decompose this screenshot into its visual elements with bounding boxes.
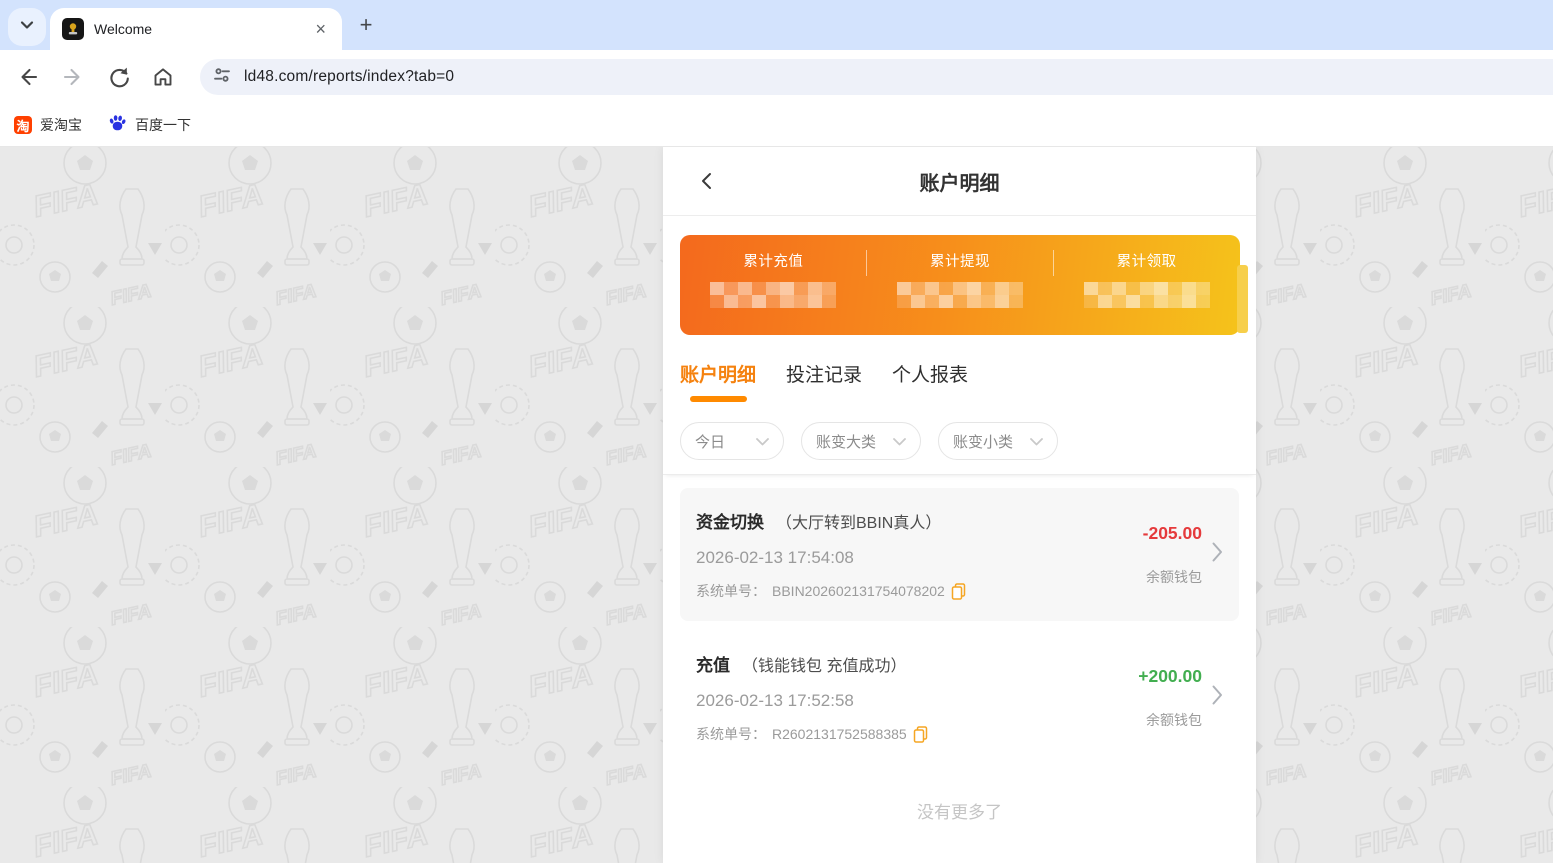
baidu-paw-icon bbox=[108, 113, 127, 137]
filter-minor-category-dropdown[interactable]: 账变小类 bbox=[938, 422, 1058, 460]
summary-total-deposit: 累计充值 bbox=[680, 235, 867, 335]
chevron-down-icon bbox=[893, 433, 906, 450]
transaction-type: 充值 bbox=[696, 656, 730, 675]
transaction-row[interactable]: 充值 （钱能钱包 充值成功） 2026-02-13 17:52:58 系统单号：… bbox=[680, 631, 1239, 764]
card-peek-strip bbox=[1237, 265, 1248, 333]
transaction-datetime: 2026-02-13 17:52:58 bbox=[696, 691, 854, 710]
divider bbox=[866, 250, 868, 276]
page-header: 账户明细 bbox=[663, 147, 1256, 216]
bookmark-aitaobao[interactable]: 淘 爱淘宝 bbox=[14, 115, 82, 135]
transaction-note: （大厅转到BBIN真人） bbox=[776, 515, 942, 532]
active-tab-underline bbox=[689, 396, 747, 402]
chevron-right-icon bbox=[1212, 542, 1223, 567]
summary-total-withdraw: 累计提现 bbox=[867, 235, 1054, 335]
order-label: 系统单号： bbox=[696, 726, 766, 742]
filter-major-category-dropdown[interactable]: 账变大类 bbox=[801, 422, 921, 460]
back-icon[interactable] bbox=[16, 65, 40, 89]
transaction-type: 资金切换 bbox=[696, 513, 764, 532]
redacted-amount bbox=[1083, 282, 1210, 308]
browser-toolbar: ld48.com/reports/index?tab=0 bbox=[0, 50, 1553, 104]
redacted-amount bbox=[897, 282, 1023, 308]
tab-bet-records[interactable]: 投注记录 bbox=[786, 360, 862, 402]
copy-icon[interactable] bbox=[913, 725, 928, 743]
taobao-icon: 淘 bbox=[14, 116, 32, 134]
no-more-text: 没有更多了 bbox=[917, 803, 1002, 822]
transaction-note: （钱能钱包 充值成功） bbox=[742, 658, 907, 675]
browser-tab[interactable]: Welcome × bbox=[50, 8, 342, 50]
address-bar[interactable]: ld48.com/reports/index?tab=0 bbox=[200, 59, 1553, 95]
page-title: 账户明细 bbox=[919, 172, 1000, 195]
site-settings-icon[interactable] bbox=[212, 65, 232, 90]
bookmarks-bar: 淘 爱淘宝 百度一下 bbox=[0, 104, 1553, 147]
chevron-right-icon bbox=[1212, 685, 1223, 710]
site-favicon-icon bbox=[62, 18, 84, 40]
browser-window: Welcome × + ld48.com/reports/index?tab=0… bbox=[0, 0, 1553, 147]
tab-personal-report[interactable]: 个人报表 bbox=[892, 360, 968, 402]
new-tab-button[interactable]: + bbox=[352, 11, 380, 39]
forward-icon[interactable] bbox=[61, 65, 85, 89]
home-icon[interactable] bbox=[151, 65, 175, 89]
transaction-row[interactable]: 资金切换 （大厅转到BBIN真人） 2026-02-13 17:54:08 系统… bbox=[680, 488, 1239, 621]
tab-search-button[interactable] bbox=[8, 8, 46, 46]
transaction-datetime: 2026-02-13 17:54:08 bbox=[696, 548, 854, 567]
reload-icon[interactable] bbox=[107, 65, 131, 89]
back-button[interactable] bbox=[691, 147, 723, 215]
transaction-amount: -205.00 bbox=[1142, 522, 1202, 543]
url-text: ld48.com/reports/index?tab=0 bbox=[244, 68, 455, 85]
filter-date-dropdown[interactable]: 今日 bbox=[680, 422, 784, 460]
divider bbox=[1052, 250, 1054, 276]
filter-row: 今日 账变大类 账变小类 bbox=[663, 412, 1256, 475]
transaction-amount: +200.00 bbox=[1138, 665, 1202, 686]
order-number: R2602131752588385 bbox=[772, 726, 907, 742]
tab-close-icon[interactable]: × bbox=[311, 18, 330, 40]
wallet-label: 余额钱包 bbox=[1146, 711, 1202, 728]
report-tabs: 账户明细 投注记录 个人报表 bbox=[663, 360, 1256, 402]
copy-icon[interactable] bbox=[951, 582, 966, 600]
chevron-down-icon bbox=[756, 433, 769, 450]
summary-total-claimed: 累计领取 bbox=[1053, 235, 1240, 335]
chevron-down-icon bbox=[1030, 433, 1043, 450]
summary-card: 累计充值 累计提现 累计领取 bbox=[680, 235, 1248, 335]
order-number: BBIN202602131754078202 bbox=[772, 583, 945, 599]
account-detail-panel: 账户明细 累计充值 累计提现 累计领取 账户明细 投注记录 个人报表 今日 账变… bbox=[663, 147, 1256, 863]
order-label: 系统单号： bbox=[696, 583, 766, 599]
tab-account-detail[interactable]: 账户明细 bbox=[680, 360, 756, 402]
transaction-list: 资金切换 （大厅转到BBIN真人） 2026-02-13 17:54:08 系统… bbox=[663, 475, 1256, 853]
tab-strip: Welcome × + bbox=[0, 0, 1553, 50]
tab-title: Welcome bbox=[94, 21, 153, 37]
bookmark-baidu[interactable]: 百度一下 bbox=[108, 113, 191, 137]
page-viewport: FIFA FIFA 账户明细 累计充值 bbox=[0, 147, 1553, 863]
chevron-down-icon bbox=[19, 17, 35, 38]
redacted-amount bbox=[710, 282, 837, 308]
wallet-label: 余额钱包 bbox=[1146, 568, 1202, 585]
